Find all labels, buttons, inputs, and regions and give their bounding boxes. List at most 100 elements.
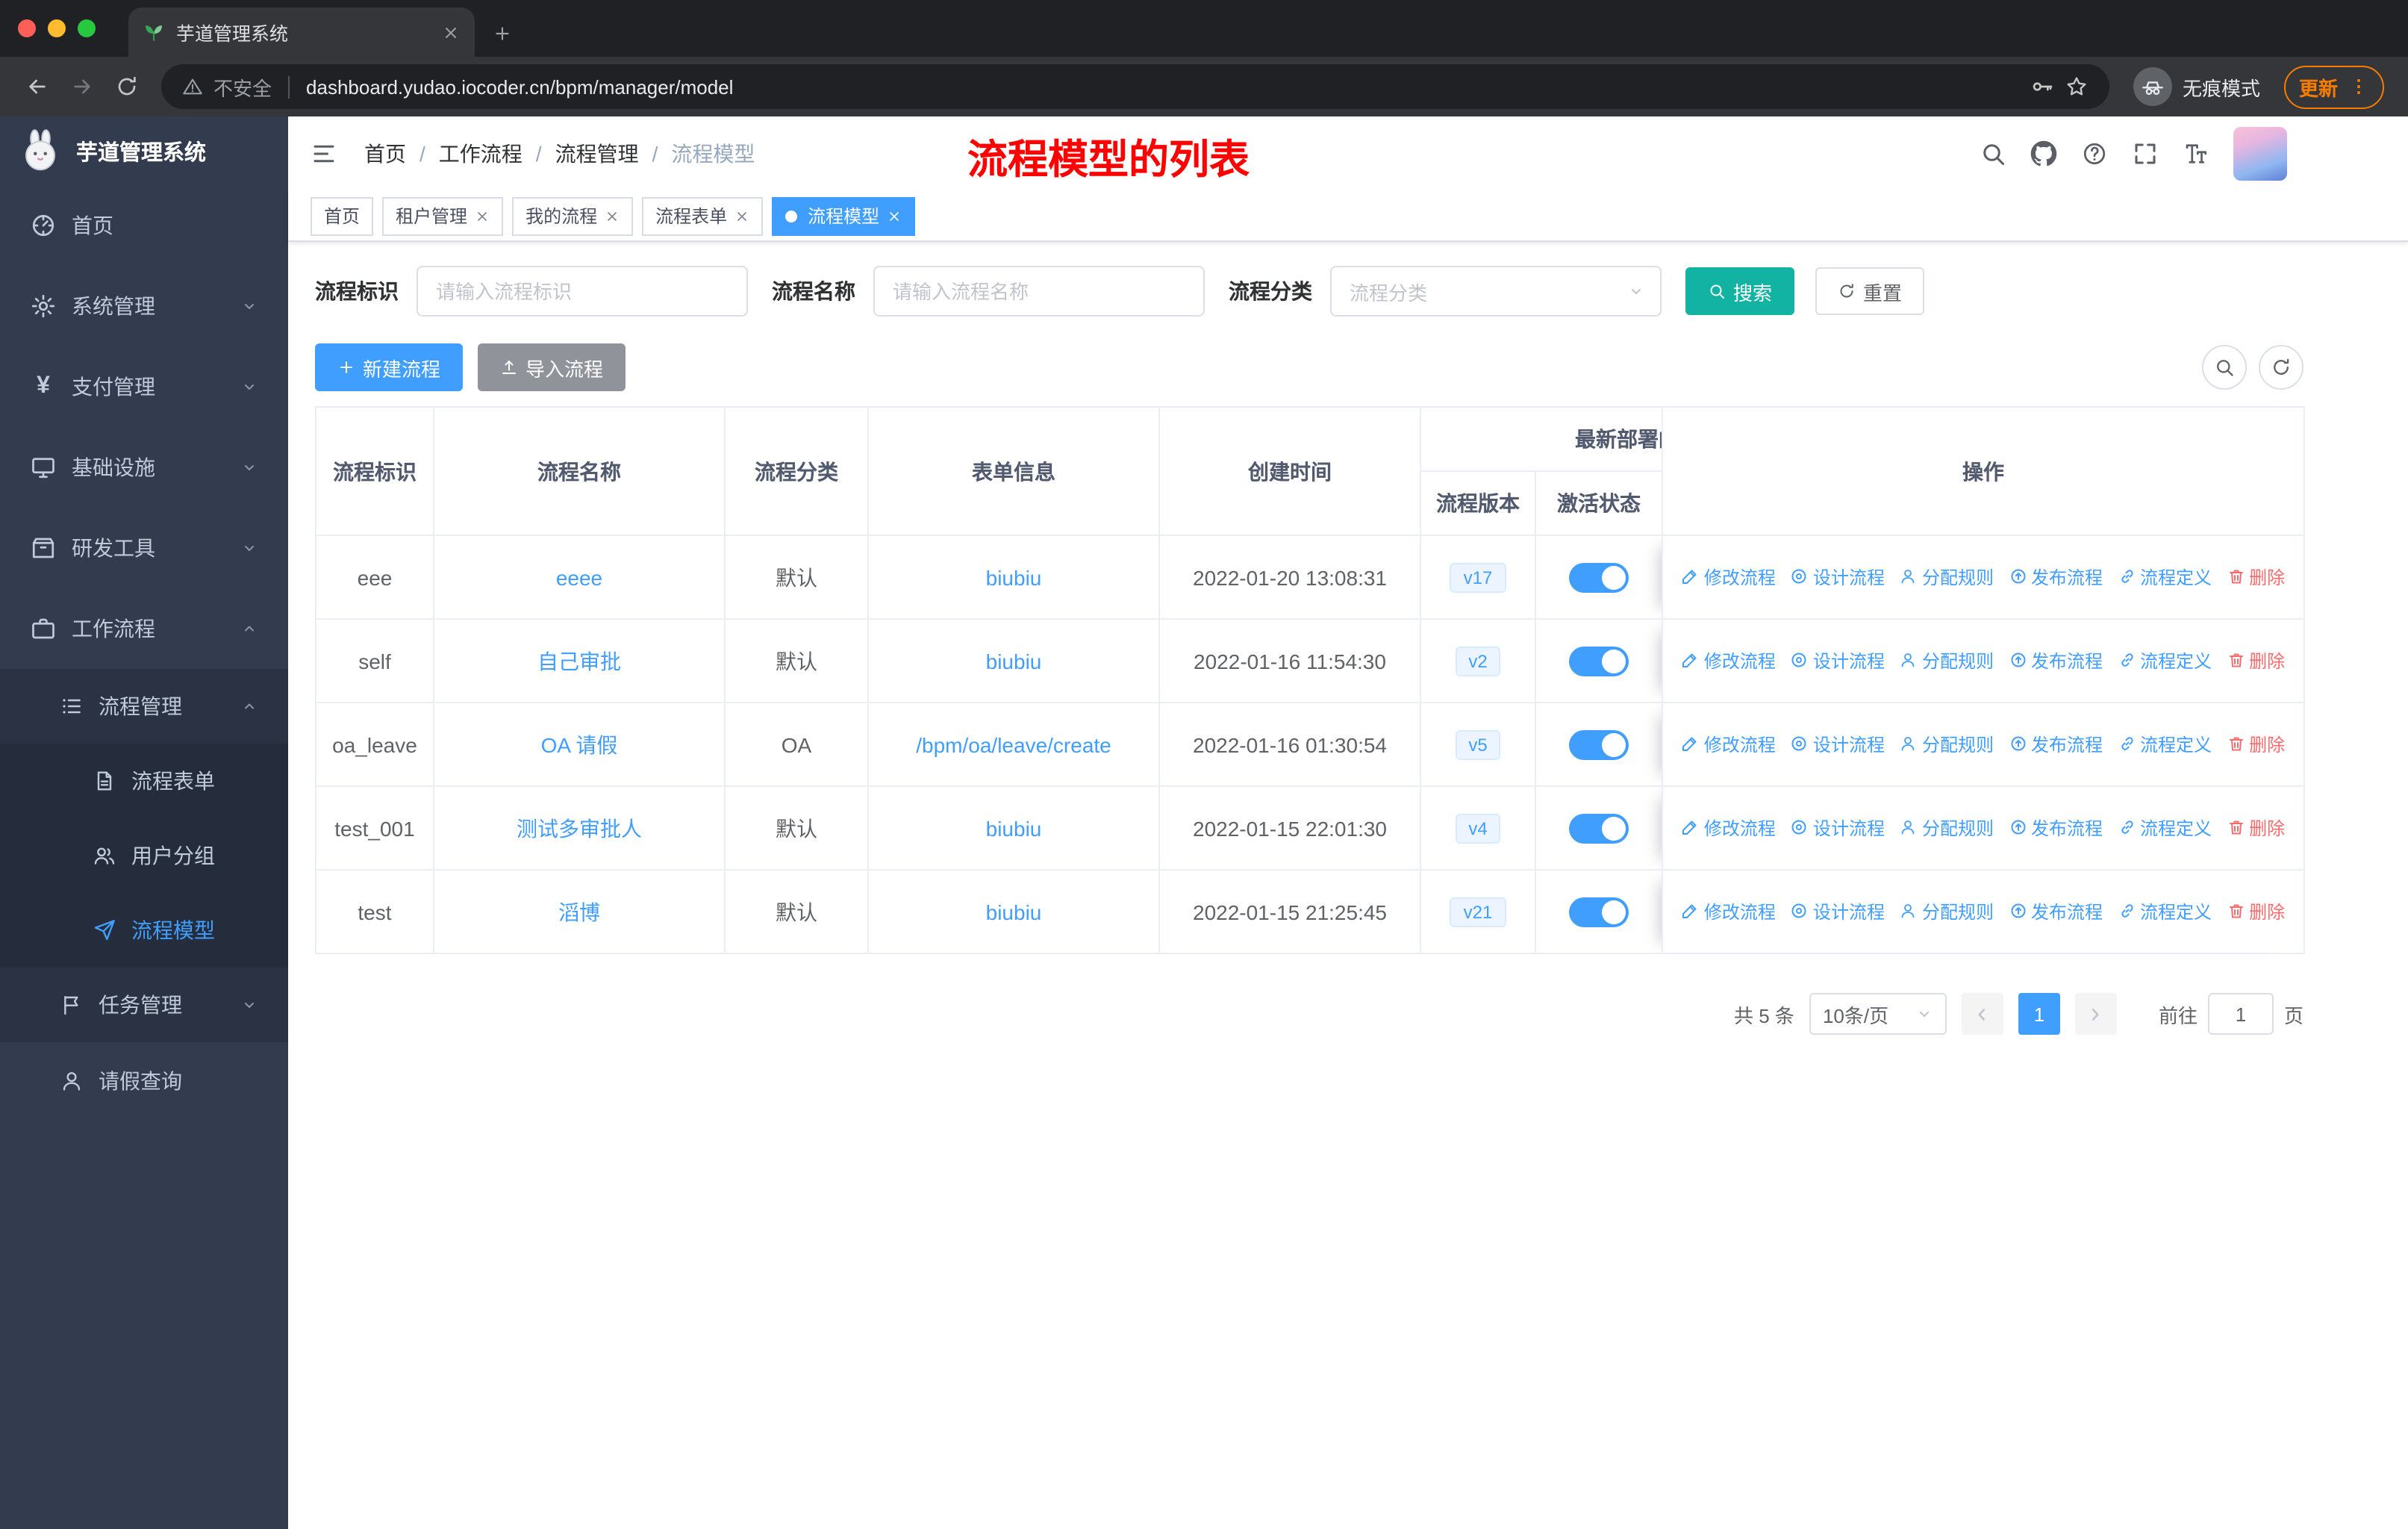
page-number-button[interactable]: 1 bbox=[2018, 993, 2060, 1035]
chrome-update-button[interactable]: 更新 bbox=[2283, 65, 2384, 108]
toggle-search-button[interactable] bbox=[2202, 345, 2247, 390]
url-text[interactable]: dashboard.yudao.iocoder.cn/bpm/manager/m… bbox=[306, 75, 2020, 98]
op-design-link[interactable]: 设计流程 bbox=[1791, 815, 1885, 841]
process-name-link[interactable]: eeee bbox=[556, 565, 602, 589]
help-icon[interactable] bbox=[2081, 140, 2108, 167]
user-avatar[interactable] bbox=[2233, 127, 2287, 181]
sidebar-item-task-mgmt[interactable]: 任务管理 bbox=[0, 968, 288, 1042]
op-delete-link[interactable]: 删除 bbox=[2227, 815, 2285, 841]
sidebar-item-payment[interactable]: ¥ 支付管理 bbox=[0, 346, 288, 427]
op-delete-link[interactable]: 删除 bbox=[2227, 899, 2285, 924]
forward-button[interactable] bbox=[60, 64, 105, 109]
active-toggle[interactable] bbox=[1569, 646, 1629, 676]
tag-home[interactable]: 首页 bbox=[311, 196, 374, 235]
category-select[interactable]: 流程分类 bbox=[1330, 266, 1662, 317]
font-size-icon[interactable] bbox=[2183, 140, 2209, 167]
sidebar-item-system[interactable]: 系统管理 bbox=[0, 266, 288, 346]
process-key-input[interactable] bbox=[417, 266, 748, 317]
version-tag[interactable]: v21 bbox=[1450, 897, 1506, 927]
kebab-menu-icon[interactable] bbox=[2348, 76, 2369, 97]
active-toggle[interactable] bbox=[1569, 897, 1629, 927]
sidebar-collapse-icon[interactable] bbox=[311, 140, 337, 167]
op-delete-link[interactable]: 删除 bbox=[2227, 732, 2285, 757]
sidebar-item-leave-query[interactable]: 请假查询 bbox=[0, 1042, 288, 1120]
browser-tab[interactable]: 芋道管理系统 bbox=[128, 7, 475, 57]
search-icon[interactable] bbox=[1980, 140, 2006, 167]
op-assign-link[interactable]: 分配规则 bbox=[1900, 899, 1994, 924]
address-bar[interactable]: 不安全 dashboard.yudao.iocoder.cn/bpm/manag… bbox=[161, 64, 2109, 109]
breadcrumb-process-mgmt[interactable]: 流程管理 bbox=[555, 139, 639, 169]
op-design-link[interactable]: 设计流程 bbox=[1791, 899, 1885, 924]
op-definition-link[interactable]: 流程定义 bbox=[2118, 732, 2212, 757]
sidebar-logo[interactable]: 芋道管理系统 bbox=[0, 116, 288, 185]
sidebar-item-process-mgmt[interactable]: 流程管理 bbox=[0, 669, 288, 744]
tag-close-icon[interactable] bbox=[475, 208, 490, 223]
op-edit-link[interactable]: 修改流程 bbox=[1682, 564, 1776, 590]
op-definition-link[interactable]: 流程定义 bbox=[2118, 564, 2212, 590]
version-tag[interactable]: v5 bbox=[1455, 729, 1501, 759]
active-toggle[interactable] bbox=[1569, 562, 1629, 592]
breadcrumb-home[interactable]: 首页 bbox=[364, 139, 406, 169]
op-publish-link[interactable]: 发布流程 bbox=[2009, 648, 2103, 673]
version-tag[interactable]: v4 bbox=[1455, 813, 1501, 843]
create-process-button[interactable]: 新建流程 bbox=[315, 343, 464, 391]
sidebar-item-home[interactable]: 首页 bbox=[0, 185, 288, 266]
active-toggle[interactable] bbox=[1569, 813, 1629, 843]
form-info-link[interactable]: /bpm/oa/leave/create bbox=[916, 732, 1111, 756]
form-info-link[interactable]: biubiu bbox=[986, 816, 1042, 840]
sidebar-item-infra[interactable]: 基础设施 bbox=[0, 427, 288, 508]
bookmark-star-icon[interactable] bbox=[2065, 75, 2089, 99]
version-tag[interactable]: v17 bbox=[1450, 562, 1506, 592]
back-button[interactable] bbox=[15, 64, 60, 109]
search-button[interactable]: 搜索 bbox=[1685, 267, 1795, 315]
import-process-button[interactable]: 导入流程 bbox=[478, 343, 626, 391]
sidebar-item-devtools[interactable]: 研发工具 bbox=[0, 508, 288, 588]
tag-close-icon[interactable] bbox=[887, 208, 902, 223]
window-close-button[interactable] bbox=[18, 19, 36, 37]
goto-page-input[interactable] bbox=[2207, 993, 2274, 1035]
op-definition-link[interactable]: 流程定义 bbox=[2118, 648, 2212, 673]
form-info-link[interactable]: biubiu bbox=[986, 900, 1042, 924]
window-zoom-button[interactable] bbox=[78, 19, 96, 37]
sidebar-item-workflow[interactable]: 工作流程 bbox=[0, 588, 288, 669]
op-publish-link[interactable]: 发布流程 bbox=[2009, 815, 2103, 841]
window-minimize-button[interactable] bbox=[48, 19, 66, 37]
op-assign-link[interactable]: 分配规则 bbox=[1900, 648, 1994, 673]
op-definition-link[interactable]: 流程定义 bbox=[2118, 899, 2212, 924]
tab-close-icon[interactable] bbox=[442, 23, 460, 41]
refresh-table-button[interactable] bbox=[2259, 345, 2303, 390]
fullscreen-icon[interactable] bbox=[2132, 140, 2159, 167]
breadcrumb-workflow[interactable]: 工作流程 bbox=[439, 139, 523, 169]
op-delete-link[interactable]: 删除 bbox=[2227, 564, 2285, 590]
op-design-link[interactable]: 设计流程 bbox=[1791, 564, 1885, 590]
op-assign-link[interactable]: 分配规则 bbox=[1900, 732, 1994, 757]
form-info-link[interactable]: biubiu bbox=[986, 649, 1042, 673]
form-info-link[interactable]: biubiu bbox=[986, 565, 1042, 589]
sidebar-item-process-form[interactable]: 流程表单 bbox=[0, 744, 288, 818]
op-edit-link[interactable]: 修改流程 bbox=[1682, 815, 1776, 841]
op-publish-link[interactable]: 发布流程 bbox=[2009, 564, 2103, 590]
github-icon[interactable] bbox=[2030, 140, 2057, 167]
op-assign-link[interactable]: 分配规则 bbox=[1900, 815, 1994, 841]
process-name-link[interactable]: OA 请假 bbox=[541, 732, 618, 756]
op-design-link[interactable]: 设计流程 bbox=[1791, 648, 1885, 673]
tag-my-process[interactable]: 我的流程 bbox=[512, 196, 634, 235]
op-assign-link[interactable]: 分配规则 bbox=[1900, 564, 1994, 590]
op-edit-link[interactable]: 修改流程 bbox=[1682, 899, 1776, 924]
tag-close-icon[interactable] bbox=[734, 208, 749, 223]
op-definition-link[interactable]: 流程定义 bbox=[2118, 815, 2212, 841]
reset-button[interactable]: 重置 bbox=[1815, 267, 1925, 315]
reload-button[interactable] bbox=[105, 64, 149, 109]
password-key-icon[interactable] bbox=[2030, 75, 2054, 99]
op-edit-link[interactable]: 修改流程 bbox=[1682, 732, 1776, 757]
process-name-link[interactable]: 滔博 bbox=[558, 900, 600, 924]
prev-page-button[interactable] bbox=[1961, 993, 2003, 1035]
op-edit-link[interactable]: 修改流程 bbox=[1682, 648, 1776, 673]
op-delete-link[interactable]: 删除 bbox=[2227, 648, 2285, 673]
op-design-link[interactable]: 设计流程 bbox=[1791, 732, 1885, 757]
page-size-select[interactable]: 10条/页 bbox=[1809, 993, 1947, 1035]
next-page-button[interactable] bbox=[2074, 993, 2117, 1035]
version-tag[interactable]: v2 bbox=[1455, 646, 1501, 676]
op-publish-link[interactable]: 发布流程 bbox=[2009, 899, 2103, 924]
process-name-input[interactable] bbox=[873, 266, 1205, 317]
